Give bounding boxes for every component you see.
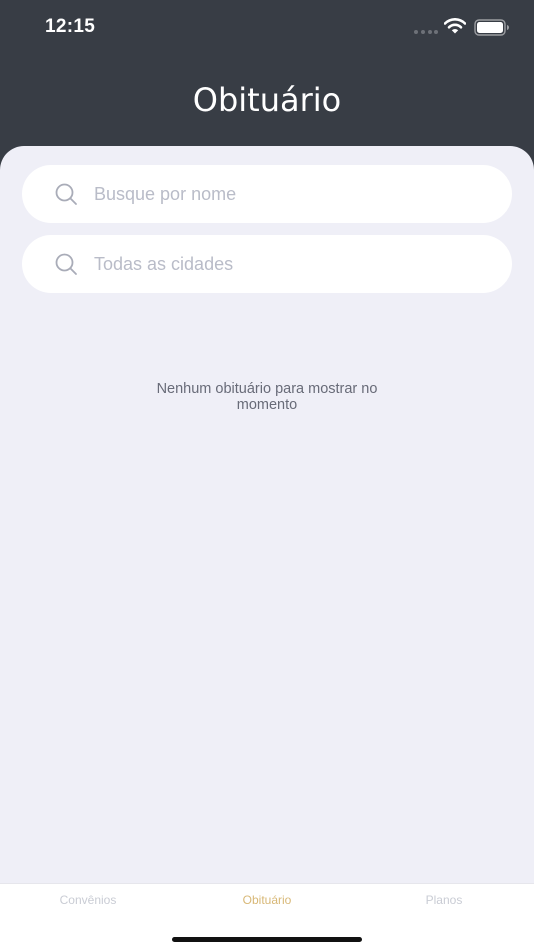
tab-convenios[interactable]: Convênios (18, 893, 158, 907)
empty-state-message: Nenhum obituário para mostrar no momento (156, 381, 378, 413)
name-search-field[interactable] (22, 165, 512, 223)
name-search-input[interactable] (94, 165, 494, 223)
status-time: 12:15 (45, 16, 96, 37)
signal-icon (414, 30, 438, 34)
header: Obituário (0, 56, 534, 148)
battery-icon (474, 19, 509, 36)
home-indicator[interactable] (172, 937, 362, 942)
city-search-input[interactable] (94, 235, 494, 293)
search-icon (55, 253, 77, 275)
page-title: Obituário (192, 81, 342, 119)
tab-obituario[interactable]: Obituário (197, 893, 337, 907)
content-area: Nenhum obituário para mostrar no momento (0, 146, 534, 883)
status-bar: 12:15 (0, 0, 534, 56)
search-icon (55, 183, 77, 205)
city-search-field[interactable] (22, 235, 512, 293)
tab-bar: Convênios Obituário Planos (0, 883, 534, 951)
wifi-icon (444, 18, 466, 34)
tab-planos[interactable]: Planos (374, 893, 514, 907)
